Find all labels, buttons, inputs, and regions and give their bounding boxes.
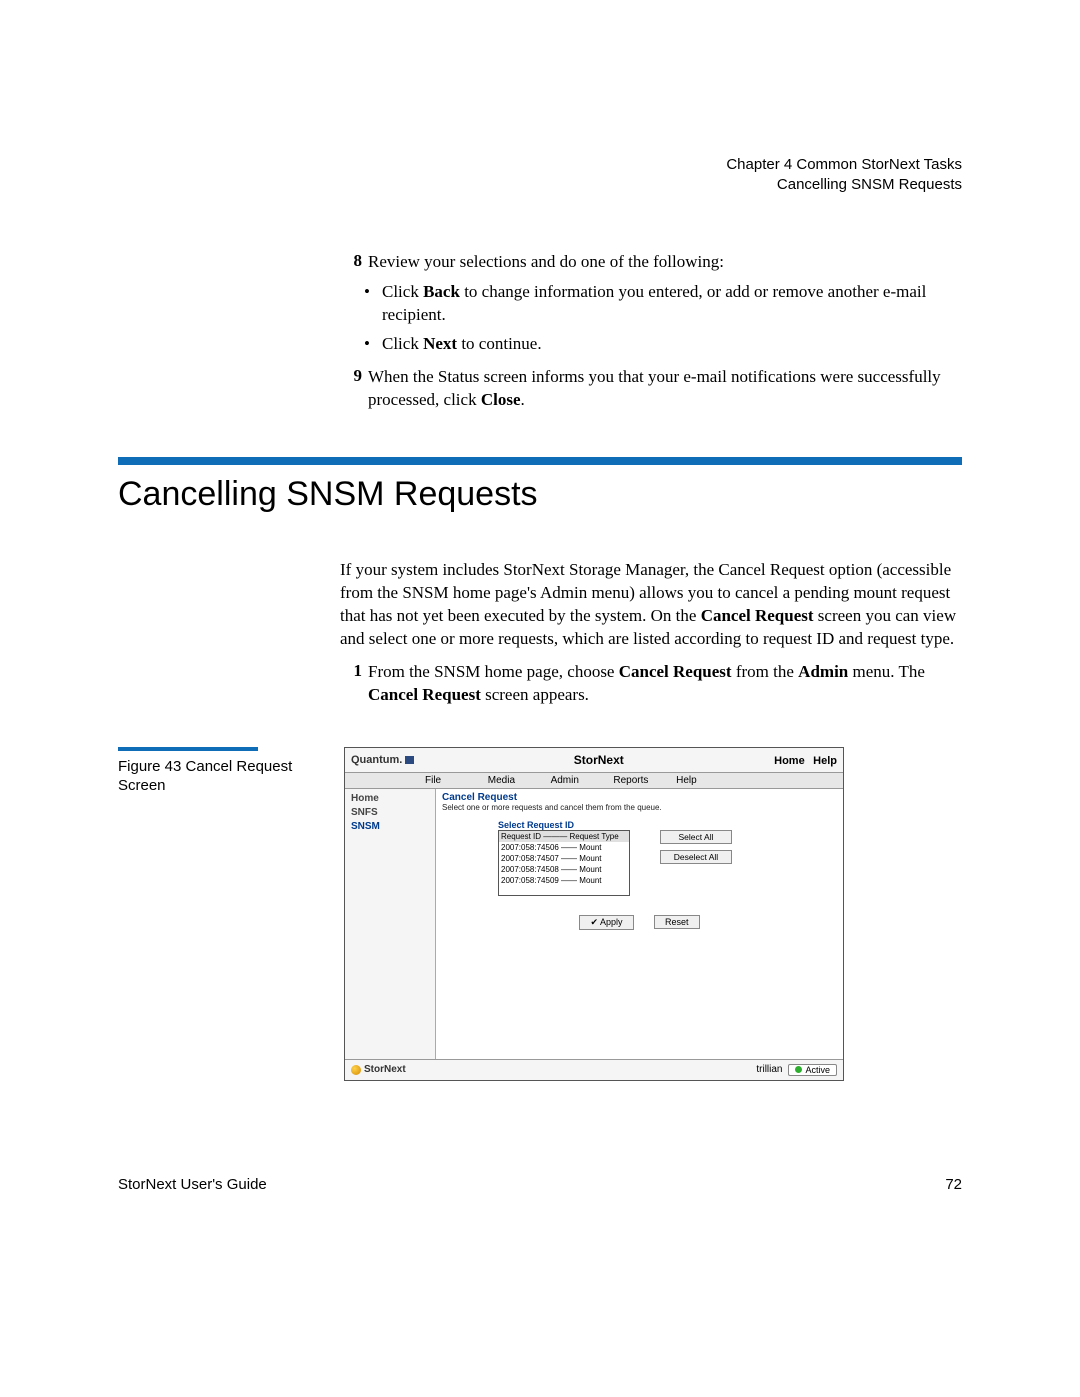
sidebar-item-home[interactable]: Home [351, 793, 429, 804]
sidebar-item-snfs[interactable]: SNFS [351, 807, 429, 818]
section-heading: Cancelling SNSM Requests [118, 475, 962, 514]
deselect-all-button[interactable]: Deselect All [660, 850, 732, 864]
help-link[interactable]: Help [813, 755, 837, 767]
cancel-request-screenshot: Quantum. StorNext Home Help File Media A… [344, 747, 844, 1081]
page-footer: StorNext User's Guide 72 [118, 1176, 962, 1193]
footer-hostname: trillian [756, 1064, 782, 1075]
step-8-text: Review your selections and do one of the… [368, 251, 724, 274]
figure-rule [118, 747, 258, 751]
sidebar-item-snsm[interactable]: SNSM [351, 821, 429, 832]
footer-page-number: 72 [945, 1176, 962, 1193]
apply-button[interactable]: ✔ Apply [579, 915, 633, 930]
menu-file[interactable]: File [425, 775, 485, 786]
footer-logo-icon [351, 1065, 361, 1075]
menu-help[interactable]: Help [676, 775, 736, 786]
figure-caption: Figure 43 Cancel Request Screen [118, 757, 344, 796]
bullet-dot: • [364, 333, 382, 356]
section-line: Cancelling SNSM Requests [118, 175, 962, 195]
list-item[interactable]: 2007:058:74506 —— Mount [499, 842, 629, 853]
status-text: Active [805, 1065, 830, 1075]
step-9-number: 9 [340, 366, 362, 412]
list-item[interactable]: 2007:058:74509 —— Mount [499, 875, 629, 886]
list-item[interactable]: 2007:058:74508 —— Mount [499, 864, 629, 875]
panel-subtitle: Select one or more requests and cancel t… [442, 803, 837, 812]
step-8-number: 8 [340, 251, 362, 274]
menu-admin[interactable]: Admin [551, 775, 611, 786]
menu-reports[interactable]: Reports [613, 775, 673, 786]
request-listbox[interactable]: Request ID ——— Request Type 2007:058:745… [498, 830, 630, 896]
status-badge: Active [788, 1064, 837, 1076]
panel-title: Cancel Request [442, 792, 837, 803]
footer-doc-title: StorNext User's Guide [118, 1176, 267, 1193]
list-col-header: Request ID ——— Request Type [499, 831, 629, 842]
brand-graphic-icon [405, 756, 427, 764]
steps-continuation: 8 Review your selections and do one of t… [340, 251, 962, 413]
step-1-number: 1 [340, 661, 362, 707]
brand-quantum: Quantum. [351, 754, 402, 766]
step-8-bullet-2: Click Next to continue. [382, 333, 542, 356]
page-header: Chapter 4 Common StorNext Tasks Cancelli… [118, 155, 962, 196]
app-title: StorNext [427, 753, 770, 767]
list-header: Select Request ID [498, 820, 837, 830]
chapter-line: Chapter 4 Common StorNext Tasks [118, 155, 962, 175]
reset-button[interactable]: Reset [654, 915, 700, 929]
list-item[interactable]: 2007:058:74507 —— Mount [499, 853, 629, 864]
step-1-text: From the SNSM home page, choose Cancel R… [368, 661, 962, 707]
intro-paragraph: If your system includes StorNext Storage… [340, 559, 962, 651]
menu-media[interactable]: Media [488, 775, 548, 786]
status-dot-icon [795, 1066, 802, 1073]
step-9-text: When the Status screen informs you that … [368, 366, 962, 412]
step-8-bullet-1: Click Back to change information you ent… [382, 281, 962, 327]
home-link[interactable]: Home [774, 755, 805, 767]
sidebar: Home SNFS SNSM [345, 789, 436, 1059]
footer-brand: StorNext [364, 1064, 406, 1075]
section-rule [118, 457, 962, 465]
bullet-dot: • [364, 281, 382, 327]
menu-bar: File Media Admin Reports Help [345, 773, 843, 789]
select-all-button[interactable]: Select All [660, 830, 732, 844]
